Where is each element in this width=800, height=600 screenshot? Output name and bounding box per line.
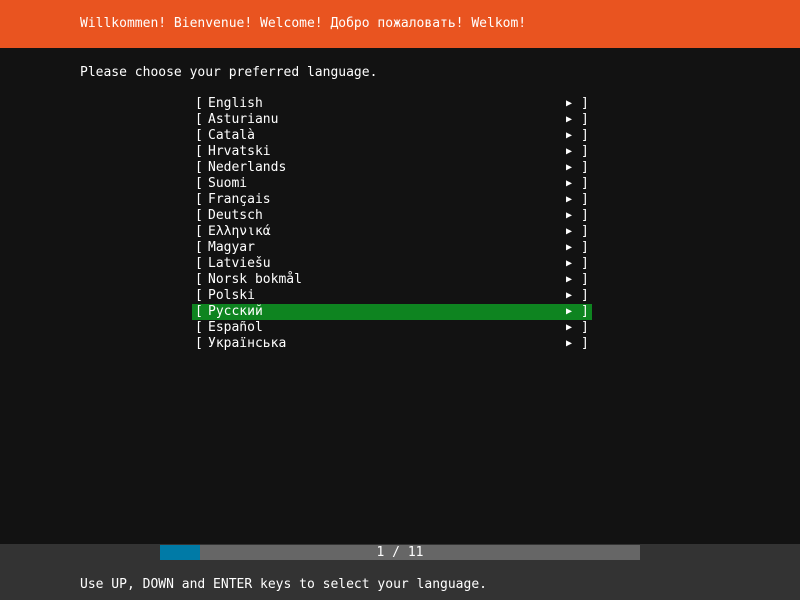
header-bar: Willkommen! Bienvenue! Welcome! Добро по… (0, 0, 800, 48)
language-option[interactable]: [ Magyar ▶] (192, 240, 592, 256)
language-option[interactable]: [ English ▶] (192, 96, 592, 112)
left-bracket: [ (195, 320, 203, 335)
arrow-right-icon: ▶ (566, 178, 573, 189)
left-bracket: [ (195, 192, 203, 207)
language-option-label: Magyar (208, 240, 255, 255)
language-option[interactable]: [ Русский ▶] (192, 304, 592, 320)
left-bracket: [ (195, 144, 203, 159)
language-option[interactable]: [ Latviešu ▶] (192, 256, 592, 272)
language-option[interactable]: [ Español ▶] (192, 320, 592, 336)
language-option-label: Català (208, 128, 255, 143)
language-prompt: Please choose your preferred language. (80, 65, 378, 80)
language-option[interactable]: [ Українська ▶] (192, 336, 592, 352)
right-bracket: ] (581, 224, 589, 239)
arrow-right-icon: ▶ (566, 290, 573, 301)
arrow-right-icon: ▶ (566, 194, 573, 205)
arrow-right-icon: ▶ (566, 146, 573, 157)
language-option-label: Suomi (208, 176, 248, 191)
welcome-title: Willkommen! Bienvenue! Welcome! Добро по… (80, 16, 527, 31)
language-option[interactable]: [ Français ▶] (192, 192, 592, 208)
language-option-label: Español (208, 320, 263, 335)
right-bracket: ] (581, 144, 589, 159)
language-option[interactable]: [ Hrvatski ▶] (192, 144, 592, 160)
language-option-label: Deutsch (208, 208, 263, 223)
left-bracket: [ (195, 224, 203, 239)
left-bracket: [ (195, 240, 203, 255)
language-option[interactable]: [ Asturianu ▶] (192, 112, 592, 128)
language-option-label: Русский (208, 304, 263, 319)
left-bracket: [ (195, 304, 203, 319)
right-bracket: ] (581, 272, 589, 287)
language-option-label: English (208, 96, 263, 111)
language-option[interactable]: [ Nederlands ▶] (192, 160, 592, 176)
language-option-label: Polski (208, 288, 255, 303)
right-bracket: ] (581, 288, 589, 303)
language-option[interactable]: [ Polski ▶] (192, 288, 592, 304)
language-list: [ English ▶] [ Asturianu ▶] [ Català ▶] [ Hrvatski… (192, 96, 592, 352)
right-bracket: ] (581, 240, 589, 255)
language-option-label: Latviešu (208, 256, 271, 271)
right-bracket: ] (581, 320, 589, 335)
left-bracket: [ (195, 336, 203, 351)
left-bracket: [ (195, 208, 203, 223)
progress-bar: 1 / 11 (160, 545, 640, 560)
arrow-right-icon: ▶ (566, 338, 573, 349)
right-bracket: ] (581, 192, 589, 207)
arrow-right-icon: ▶ (566, 226, 573, 237)
help-text: Use UP, DOWN and ENTER keys to select yo… (80, 577, 487, 592)
arrow-right-icon: ▶ (566, 274, 573, 285)
progress-label: 1 / 11 (376, 545, 424, 560)
left-bracket: [ (195, 288, 203, 303)
language-option[interactable]: [ Suomi ▶] (192, 176, 592, 192)
left-bracket: [ (195, 256, 203, 271)
language-option-label: Hrvatski (208, 144, 271, 159)
right-bracket: ] (581, 112, 589, 127)
right-bracket: ] (581, 304, 589, 319)
left-bracket: [ (195, 272, 203, 287)
right-bracket: ] (581, 128, 589, 143)
language-option[interactable]: [ Català ▶] (192, 128, 592, 144)
arrow-right-icon: ▶ (566, 258, 573, 269)
language-option-label: Nederlands (208, 160, 287, 175)
language-option-label: Norsk bokmål (208, 272, 302, 287)
arrow-right-icon: ▶ (566, 210, 573, 221)
language-option-label: Ελληνικά (208, 224, 271, 239)
arrow-right-icon: ▶ (566, 130, 573, 141)
left-bracket: [ (195, 96, 203, 111)
arrow-right-icon: ▶ (566, 98, 573, 109)
arrow-right-icon: ▶ (566, 306, 573, 317)
language-option[interactable]: [ Deutsch ▶] (192, 208, 592, 224)
language-option[interactable]: [ Norsk bokmål ▶] (192, 272, 592, 288)
arrow-right-icon: ▶ (566, 114, 573, 125)
left-bracket: [ (195, 128, 203, 143)
arrow-right-icon: ▶ (566, 322, 573, 333)
arrow-right-icon: ▶ (566, 242, 573, 253)
right-bracket: ] (581, 160, 589, 175)
left-bracket: [ (195, 112, 203, 127)
right-bracket: ] (581, 176, 589, 191)
language-option-label: Asturianu (208, 112, 279, 127)
left-bracket: [ (195, 160, 203, 175)
right-bracket: ] (581, 256, 589, 271)
language-option[interactable]: [ Ελληνικά ▶] (192, 224, 592, 240)
language-option-label: Українська (208, 336, 287, 351)
right-bracket: ] (581, 336, 589, 351)
right-bracket: ] (581, 208, 589, 223)
right-bracket: ] (581, 96, 589, 111)
left-bracket: [ (195, 176, 203, 191)
arrow-right-icon: ▶ (566, 162, 573, 173)
language-option-label: Français (208, 192, 271, 207)
